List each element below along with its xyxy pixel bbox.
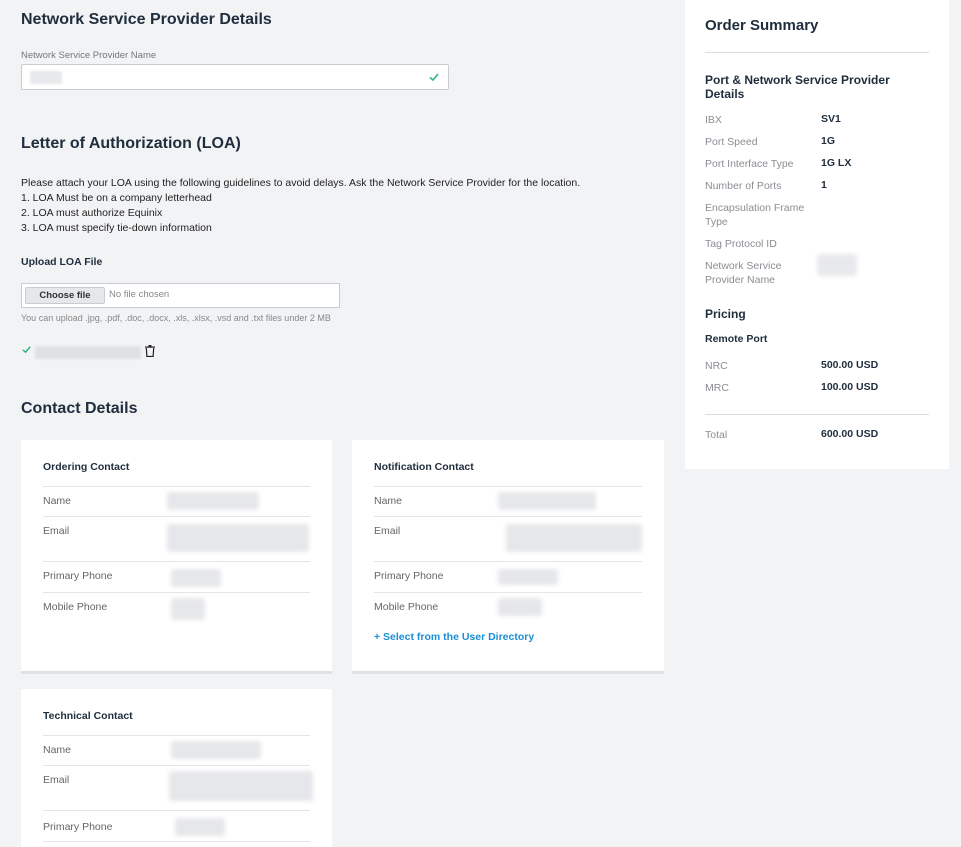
divider [705,414,929,415]
technical-primary-phone-row: Primary Phone [43,810,310,841]
field-label: Email [43,525,70,537]
summary-label-number-of-ports: Number of Ports [705,180,782,192]
summary-value-port-interface: 1G LX [821,157,852,169]
redacted-value [171,741,261,759]
contacts-section-title: Contact Details [21,400,138,417]
field-label: Email [43,774,70,786]
summary-value-ibx: SV1 [821,113,841,125]
redacted-value [167,524,309,552]
loa-file-input[interactable]: Choose file No file chosen [21,283,340,308]
provider-name-label: Network Service Provider Name [21,50,157,61]
loa-section-title: Letter of Authorization (LOA) [21,135,241,152]
field-label: Primary Phone [374,570,444,582]
pricing-title: Pricing [705,307,746,321]
summary-label-encapsulation: Encapsulation Frame Type [705,202,805,228]
order-summary-panel: Order Summary Port & Network Service Pro… [685,0,949,469]
select-from-user-directory-link[interactable]: + Select from the User Directory [374,631,534,643]
technical-name-row: Name [43,735,310,765]
field-label: Email [374,525,401,537]
nrc-label: NRC [705,360,728,372]
field-label: Primary Phone [43,821,113,833]
ordering-email-row: Email [43,516,310,561]
check-icon [21,344,32,358]
check-icon [428,71,440,83]
ordering-contact-title: Ordering Contact [43,461,130,473]
redacted-value [175,818,225,836]
trash-icon[interactable] [145,344,155,358]
remote-port-title: Remote Port [705,333,768,345]
order-form: Network Service Provider Details Network… [0,0,684,847]
mrc-value: 100.00 USD [821,381,879,393]
loa-guideline-1: 1. LOA Must be on a company letterhead [21,192,212,204]
field-label: Mobile Phone [43,601,108,613]
redacted-value [498,569,558,585]
redacted-value [169,771,313,801]
total-label: Total [705,429,728,441]
provider-name-input[interactable] [21,64,449,90]
redacted-value [167,492,259,510]
ordering-primary-phone-row: Primary Phone [43,561,310,592]
field-label: Name [43,495,72,507]
summary-value-number-of-ports: 1 [821,179,827,191]
notification-email-row: Email [374,516,642,561]
loa-instructions: Please attach your LOA using the followi… [21,177,581,189]
order-summary-title: Order Summary [705,17,819,34]
loa-guideline-3: 3. LOA must specify tie-down information [21,222,212,234]
notification-contact-card: Notification Contact Name Email Primary … [352,440,664,674]
ordering-mobile-phone-row: Mobile Phone [43,592,310,627]
uploaded-file-name-redacted [35,346,141,359]
loa-guideline-2: 2. LOA must authorize Equinix [21,207,163,219]
row-divider [43,841,310,847]
redacted-value [498,598,542,616]
redacted-value [498,492,596,510]
notification-contact-title: Notification Contact [374,461,474,473]
field-label: Primary Phone [43,570,113,582]
notification-name-row: Name [374,486,642,516]
provider-name-value-redacted [30,71,62,84]
summary-label-port-speed: Port Speed [705,136,758,148]
technical-email-row: Email [43,765,313,810]
port-details-title: Port & Network Service Provider Details [705,73,890,101]
notification-primary-phone-row: Primary Phone [374,561,642,592]
field-label: Mobile Phone [374,601,439,613]
summary-label-ibx: IBX [705,114,722,126]
technical-contact-card: Technical Contact Name Email Primary Pho… [21,689,332,847]
ordering-contact-card: Ordering Contact Name Email Primary Phon… [21,440,332,674]
total-value: 600.00 USD [821,428,879,440]
field-label: Name [374,495,403,507]
ordering-name-row: Name [43,486,310,516]
summary-label-port-interface: Port Interface Type [705,158,794,170]
upload-loa-label: Upload LOA File [21,256,103,268]
redacted-value [171,598,205,620]
nrc-value: 500.00 USD [821,359,879,371]
provider-section-title: Network Service Provider Details [21,11,272,28]
file-status: No file chosen [109,289,170,300]
divider [705,52,929,53]
summary-label-provider-name: Network Service Provider Name [705,260,782,286]
summary-label-tag-protocol: Tag Protocol ID [705,238,777,250]
mrc-label: MRC [705,382,729,394]
technical-contact-title: Technical Contact [43,710,133,722]
upload-help-text: You can upload .jpg, .pdf, .doc, .docx, … [21,313,331,323]
summary-value-port-speed: 1G [821,135,836,147]
choose-file-button[interactable]: Choose file [25,287,105,304]
uploaded-file-row [21,344,161,359]
notification-mobile-phone-row: Mobile Phone [374,592,642,623]
redacted-value [506,524,642,552]
redacted-value [171,569,221,587]
summary-value-provider-name-redacted [817,254,857,276]
field-label: Name [43,744,72,756]
